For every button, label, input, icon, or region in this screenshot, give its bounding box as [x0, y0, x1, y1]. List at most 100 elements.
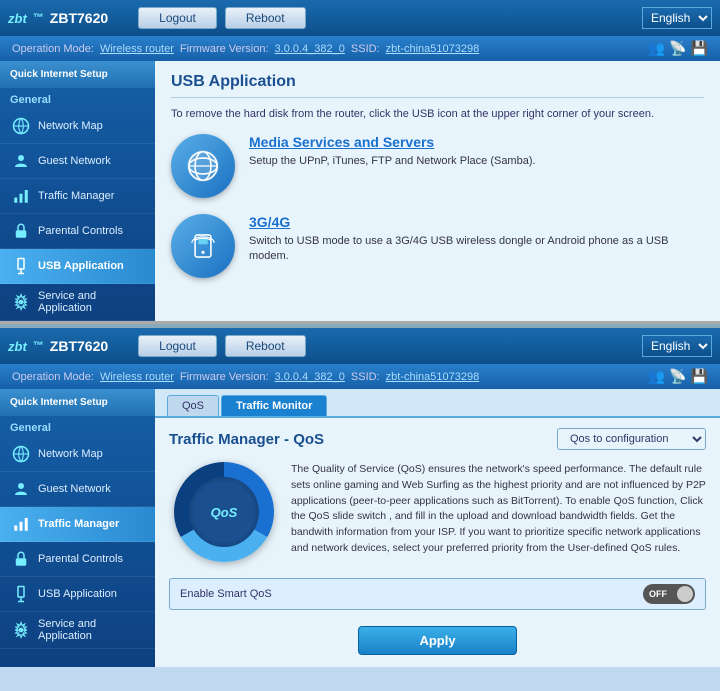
header-buttons: Logout Reboot	[138, 7, 305, 29]
ssid-label-2: SSID:	[351, 371, 380, 383]
subheader: Operation Mode: Wireless router Firmware…	[0, 36, 720, 61]
fw-value[interactable]: 3.0.0.4_382_0	[275, 43, 345, 55]
tab-qos[interactable]: QoS	[167, 395, 219, 416]
sidebar-general-header-2: General	[0, 416, 155, 437]
3g-4g-icon[interactable]	[171, 214, 235, 278]
guest-network-label-2: Guest Network	[38, 483, 111, 495]
sidebar-item-service-application[interactable]: Service and Application	[0, 284, 155, 321]
model-name: ZBT7620	[50, 10, 108, 26]
usb-icon-2[interactable]: 💾	[691, 368, 708, 385]
op-mode-label-2: Operation Mode:	[12, 371, 94, 383]
usb-page-desc: To remove the hard disk from the router,…	[171, 108, 704, 120]
users-icon-2: 👥	[648, 368, 665, 385]
service-icon-2	[10, 619, 32, 641]
traffic-icon-2	[10, 513, 32, 535]
qos-content: QoS The Quality of Service (QoS) ensures…	[155, 456, 720, 572]
usb-page-title: USB Application	[171, 73, 704, 98]
fw-label: Firmware Version:	[180, 43, 269, 55]
tab-traffic-monitor[interactable]: Traffic Monitor	[221, 395, 327, 416]
sidebar-item-network-map[interactable]: Network Map	[0, 109, 155, 144]
sidebar-item-usb-application-2[interactable]: USB Application	[0, 577, 155, 612]
quick-setup-label: Quick Internet Setup	[10, 69, 145, 80]
traffic-manager-label-2: Traffic Manager	[38, 518, 119, 530]
header-icons: 👥 📡 💾	[648, 40, 708, 57]
logo-zbt-2: zbt	[8, 339, 27, 354]
logout-button[interactable]: Logout	[138, 7, 217, 29]
language-selector-2[interactable]: English	[642, 335, 712, 357]
op-mode-value[interactable]: Wireless router	[100, 43, 174, 55]
smart-qos-toggle[interactable]: OFF	[643, 584, 695, 604]
language-selector[interactable]: English	[642, 7, 712, 29]
network-map-label-2: Network Map	[38, 448, 103, 460]
main-layout: Quick Internet Setup General Network Map…	[0, 61, 720, 321]
ssid-value-2[interactable]: zbt-china51073298	[386, 371, 480, 383]
sidebar: Quick Internet Setup General Network Map…	[0, 61, 155, 321]
language-dropdown[interactable]: English	[642, 7, 712, 29]
media-services-icon[interactable]	[171, 134, 235, 198]
op-mode-value-2[interactable]: Wireless router	[100, 371, 174, 383]
qos-circle-area: QoS	[169, 462, 279, 562]
ssid-label: SSID:	[351, 43, 380, 55]
usb-application-label: USB Application	[38, 260, 124, 272]
apply-row: Apply	[155, 618, 720, 667]
parental-controls-label-2: Parental Controls	[38, 553, 123, 565]
panel-traffic: zbt ™ ZBT7620 Logout Reboot English Oper…	[0, 328, 720, 667]
language-dropdown-2[interactable]: English	[642, 335, 712, 357]
sidebar-item-parental-controls-2[interactable]: Parental Controls	[0, 542, 155, 577]
logout-button-2[interactable]: Logout	[138, 335, 217, 357]
logo-icon: ™	[33, 12, 44, 24]
3g-4g-desc: Switch to USB mode to use a 3G/4G USB wi…	[249, 234, 704, 265]
traffic-manager-label: Traffic Manager	[38, 190, 114, 202]
3g-4g-title[interactable]: 3G/4G	[249, 214, 704, 230]
traffic-header: Traffic Manager - QoS Qos to configurati…	[155, 418, 720, 456]
smart-qos-label: Enable Smart QoS	[180, 588, 631, 600]
sidebar-item-usb-application[interactable]: USB Application	[0, 249, 155, 284]
3g-4g-text: 3G/4G Switch to USB mode to use a 3G/4G …	[249, 214, 704, 265]
config-select[interactable]: Qos to configuration	[557, 428, 706, 450]
network-map-icon	[10, 115, 32, 137]
fw-label-2: Firmware Version:	[180, 371, 269, 383]
logo-area-2: zbt ™ ZBT7620	[8, 338, 108, 354]
sidebar-item-parental-controls[interactable]: Parental Controls	[0, 214, 155, 249]
reboot-button-2[interactable]: Reboot	[225, 335, 306, 357]
ssid-value[interactable]: zbt-china51073298	[386, 43, 480, 55]
sidebar-item-traffic-manager-2[interactable]: Traffic Manager	[0, 507, 155, 542]
usb-app-icon	[10, 255, 32, 277]
sidebar-item-traffic-manager[interactable]: Traffic Manager	[0, 179, 155, 214]
users-icon: 👥	[648, 40, 665, 57]
network-map-label: Network Map	[38, 120, 103, 132]
media-services-text: Media Services and Servers Setup the UPn…	[249, 134, 704, 169]
quick-setup-item[interactable]: Quick Internet Setup	[0, 61, 155, 88]
guest-network-icon-2	[10, 478, 32, 500]
header-bar-2: zbt ™ ZBT7620 Logout Reboot English	[0, 328, 720, 364]
service-application-label-2: Service and Application	[38, 618, 145, 642]
sidebar-item-service-application-2[interactable]: Service and Application	[0, 612, 155, 649]
qos-inner: QoS	[189, 477, 259, 547]
fw-value-2[interactable]: 3.0.0.4_382_0	[275, 371, 345, 383]
lock-icon-2	[10, 548, 32, 570]
qos-label: QoS	[211, 505, 238, 520]
header-buttons-2: Logout Reboot	[138, 335, 305, 357]
subheader-2: Operation Mode: Wireless router Firmware…	[0, 364, 720, 389]
traffic-main-content: QoS Traffic Monitor Traffic Manager - Qo…	[155, 389, 720, 667]
tab-bar: QoS Traffic Monitor	[155, 389, 720, 418]
usb-icon[interactable]: 💾	[691, 40, 708, 57]
panel-usb: zbt ™ ZBT7620 Logout Reboot English Oper…	[0, 0, 720, 324]
apply-button[interactable]: Apply	[358, 626, 516, 655]
sidebar-item-guest-network[interactable]: Guest Network	[0, 144, 155, 179]
qos-circle: QoS	[174, 462, 274, 562]
usb-main-content: USB Application To remove the hard disk …	[155, 61, 720, 321]
sidebar-item-network-map-2[interactable]: Network Map	[0, 437, 155, 472]
guest-network-label: Guest Network	[38, 155, 111, 167]
logo-area: zbt ™ ZBT7620	[8, 10, 108, 26]
quick-setup-label-2: Quick Internet Setup	[10, 397, 145, 408]
sidebar-item-guest-network-2[interactable]: Guest Network	[0, 472, 155, 507]
op-mode-label: Operation Mode:	[12, 43, 94, 55]
media-services-title[interactable]: Media Services and Servers	[249, 134, 704, 150]
quick-setup-item-2[interactable]: Quick Internet Setup	[0, 389, 155, 416]
reboot-button[interactable]: Reboot	[225, 7, 306, 29]
guest-network-icon	[10, 150, 32, 172]
service-application-label: Service and Application	[38, 290, 145, 314]
3g-4g-item: 3G/4G Switch to USB mode to use a 3G/4G …	[171, 214, 704, 278]
toggle-thumb	[677, 586, 693, 602]
